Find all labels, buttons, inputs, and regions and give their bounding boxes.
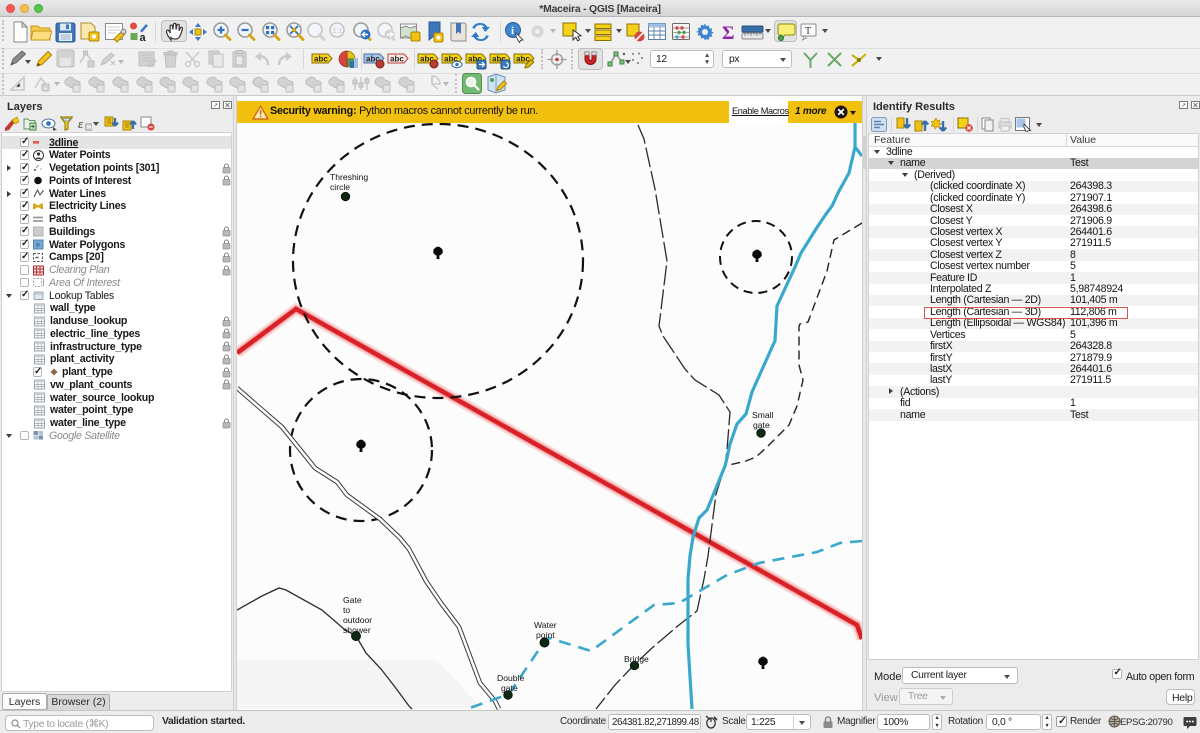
svg-text:a: a — [140, 32, 147, 43]
svg-text:Double: Double — [497, 673, 524, 683]
svg-text:shower: shower — [343, 625, 371, 635]
svg-text:Water: Water — [534, 620, 557, 630]
svg-text:circle: circle — [330, 182, 350, 192]
svg-text:i: i — [511, 25, 514, 37]
svg-text:Gate: Gate — [343, 595, 362, 605]
svg-text:Small: Small — [752, 410, 774, 420]
svg-text:outdoor: outdoor — [343, 615, 372, 625]
svg-text:+: + — [44, 86, 48, 93]
svg-text:to: to — [343, 605, 350, 615]
svg-text:Bridge: Bridge — [624, 654, 649, 664]
svg-text:Σ: Σ — [722, 23, 734, 42]
svg-text:gate: gate — [753, 420, 770, 430]
svg-text:abc: abc — [314, 55, 328, 64]
svg-text:ε: ε — [78, 116, 84, 131]
svg-text:T: T — [805, 26, 811, 37]
svg-text:point: point — [536, 630, 555, 640]
svg-text:gate: gate — [501, 683, 518, 693]
svg-text:abc: abc — [390, 55, 404, 64]
svg-text:Threshing: Threshing — [330, 172, 368, 182]
svg-text:1:1: 1:1 — [332, 28, 342, 35]
